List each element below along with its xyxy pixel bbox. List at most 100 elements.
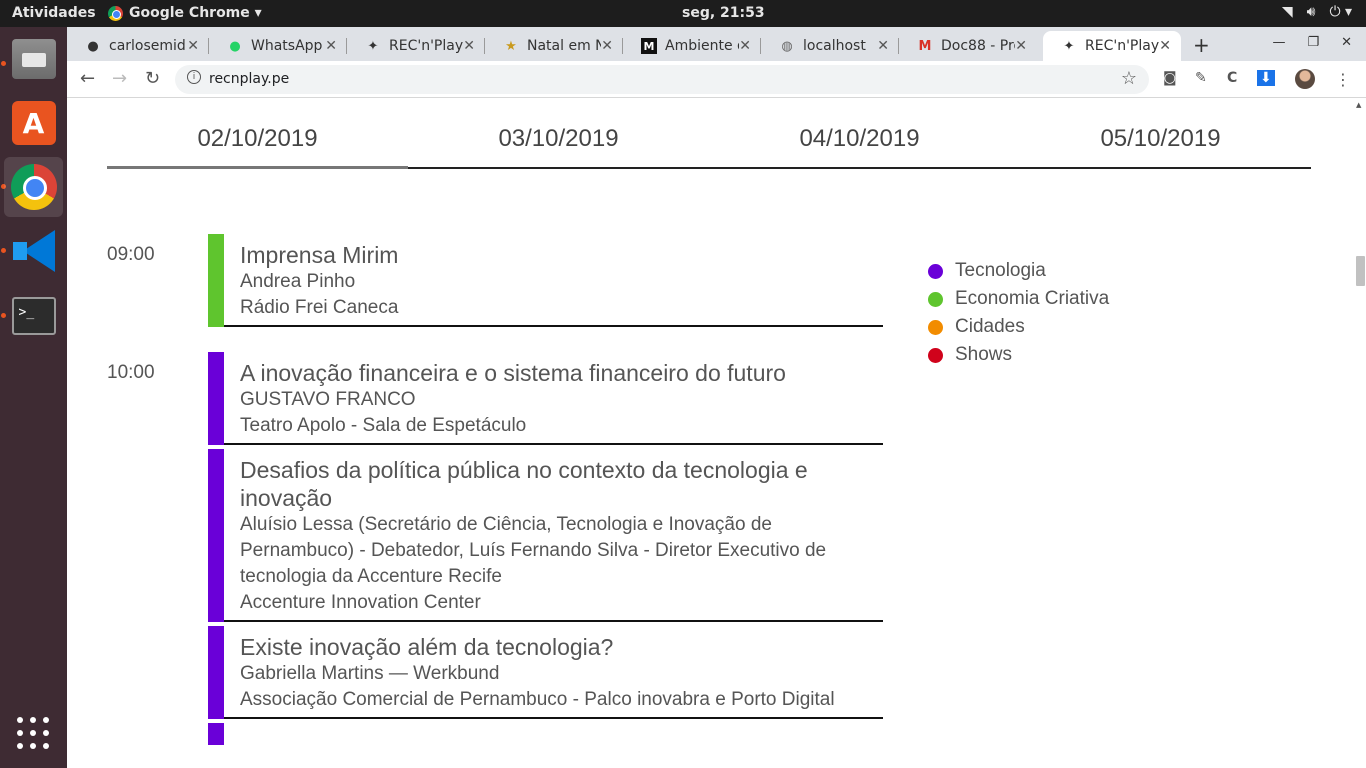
event-card[interactable]: A inovação financeira e o sistema financ… <box>208 352 883 445</box>
time-slot: 10:00 A inovação financeira e o sistema … <box>107 352 887 745</box>
event-title[interactable]: Existe inovação além da tecnologia? <box>240 633 883 661</box>
event-card[interactable]: Desafios da política pública no contexto… <box>208 449 883 622</box>
app-menu[interactable]: Google Chrome ▾ <box>108 5 262 21</box>
event-card[interactable]: Imprensa Mirim Andrea Pinho Rádio Frei C… <box>208 234 883 327</box>
terminal-icon: >_ <box>11 297 56 335</box>
tab-doc88[interactable]: M Doc88 - Pro ✕ <box>899 31 1037 61</box>
address-bar[interactable]: i recnplay.pe ☆ <box>175 65 1149 94</box>
category-bar <box>208 626 224 719</box>
globe-icon: ◍ <box>781 38 793 54</box>
dock: A >_ <box>0 27 67 768</box>
close-icon[interactable]: ✕ <box>1015 38 1027 54</box>
event-speaker: Aluísio Lessa (Secretário de Ciência, Te… <box>240 514 827 587</box>
slot-time: 09:00 <box>107 244 155 265</box>
files-icon <box>11 39 56 79</box>
tab-title: REC'n'Play <box>389 38 464 54</box>
event-venue: Rádio Frei Caneca <box>240 297 399 318</box>
tab-natal[interactable]: ★ Natal em N ✕ <box>485 31 623 61</box>
menu-icon[interactable]: ⋮ <box>1335 70 1351 89</box>
window-controls: — ❐ ✕ <box>1272 35 1352 50</box>
event-card[interactable]: Existe inovação além da tecnologia? Gabr… <box>208 626 883 719</box>
tab-whatsapp[interactable]: ● WhatsApp ✕ <box>209 31 347 61</box>
date-tab-2[interactable]: 03/10/2019 <box>408 121 709 167</box>
volume-icon[interactable]: 🔊︎ <box>1307 4 1316 20</box>
scroll-up-icon[interactable]: ▲ <box>1356 101 1361 109</box>
tab-title: Ambiente d <box>665 38 739 54</box>
browser-toolbar: ← → ↻ i recnplay.pe ☆ ◙ ✎ C ⬇ ⋮ <box>67 61 1366 98</box>
legend-dot <box>928 347 943 363</box>
event-venue: Teatro Apolo - Sala de Espetáculo <box>240 415 527 436</box>
reload-button[interactable]: ↻ <box>145 68 160 89</box>
close-icon[interactable]: ✕ <box>601 38 613 54</box>
tab-localhost[interactable]: ◍ localhost ✕ <box>761 31 899 61</box>
app-grid-icon <box>16 717 51 751</box>
dock-software-store[interactable]: A <box>4 93 63 153</box>
close-window-icon[interactable]: ✕ <box>1341 35 1352 50</box>
restore-icon[interactable]: ❐ <box>1307 35 1319 50</box>
event-title[interactable]: Desafios da política pública no contexto… <box>240 456 883 512</box>
chrome-icon <box>10 164 57 210</box>
star-icon: ★ <box>505 38 517 54</box>
date-tab-4[interactable]: 05/10/2019 <box>1010 121 1311 167</box>
system-tray[interactable]: ◥ 🔊︎ ⏻ ▾ <box>1282 4 1352 20</box>
site-info-icon[interactable]: i <box>187 70 201 84</box>
scrollbar-thumb[interactable] <box>1356 256 1365 286</box>
dock-files[interactable] <box>4 29 63 89</box>
dock-chrome[interactable] <box>4 157 63 217</box>
close-icon[interactable]: ✕ <box>1159 38 1171 54</box>
date-tab-1[interactable]: 02/10/2019 <box>107 121 408 169</box>
tab-github[interactable]: ● carlosemid ✕ <box>67 31 209 61</box>
eyedropper-extension-icon[interactable]: ✎ <box>1195 70 1207 86</box>
extension-c-icon[interactable]: C <box>1227 70 1237 86</box>
wifi-icon[interactable]: ◥ <box>1282 4 1293 20</box>
profile-avatar[interactable] <box>1295 69 1315 89</box>
back-button[interactable]: ← <box>80 68 95 89</box>
close-icon[interactable]: ✕ <box>463 38 475 54</box>
close-icon[interactable]: ✕ <box>325 38 337 54</box>
tab-recnplay[interactable]: ✦ REC'n'Play ✕ <box>347 31 485 61</box>
system-top-bar: Atividades Google Chrome ▾ seg, 21:53 ◥ … <box>0 0 1366 27</box>
date-tab-3[interactable]: 04/10/2019 <box>709 121 1010 167</box>
new-tab-button[interactable]: + <box>1193 33 1210 57</box>
category-bar <box>208 723 224 745</box>
close-icon[interactable]: ✕ <box>877 38 889 54</box>
tab-recnplay-active[interactable]: ✦ REC'n'Play ✕ <box>1043 31 1181 61</box>
minimize-icon[interactable]: — <box>1272 35 1285 50</box>
camera-extension-icon[interactable]: ◙ <box>1163 70 1177 86</box>
show-applications[interactable] <box>4 704 63 764</box>
bookmark-star-icon[interactable]: ☆ <box>1121 68 1137 89</box>
legend-item: Tecnologia <box>928 257 1109 285</box>
close-icon[interactable]: ✕ <box>739 38 751 54</box>
activities-button[interactable]: Atividades <box>12 5 96 21</box>
tab-medium[interactable]: M Ambiente d ✕ <box>623 31 761 61</box>
legend-label: Economia Criativa <box>955 288 1110 309</box>
legend-item: Economia Criativa <box>928 285 1109 313</box>
dock-terminal[interactable]: >_ <box>4 286 63 346</box>
tab-title: carlosemid <box>109 38 186 54</box>
chrome-icon <box>108 5 123 21</box>
recnplay-icon: ✦ <box>367 38 379 54</box>
event-title[interactable]: Imprensa Mirim <box>240 241 883 269</box>
category-legend: Tecnologia Economia Criativa Cidades Sho… <box>928 257 1109 369</box>
event-card-partial[interactable] <box>208 723 883 745</box>
software-store-icon: A <box>11 101 56 145</box>
tab-title: WhatsApp <box>251 38 323 54</box>
event-title[interactable]: A inovação financeira e o sistema financ… <box>240 359 883 387</box>
app-menu-label: Google Chrome ▾ <box>129 5 262 21</box>
schedule: 09:00 Imprensa Mirim Andrea Pinho Rádio … <box>107 234 887 747</box>
legend-dot <box>928 263 943 279</box>
page-scrollbar[interactable]: ▲ <box>1354 99 1366 768</box>
power-icon[interactable]: ⏻ ▾ <box>1329 4 1352 20</box>
category-bar <box>208 449 224 622</box>
close-icon[interactable]: ✕ <box>187 38 199 54</box>
event-venue: Associação Comercial de Pernambuco - Pal… <box>240 689 835 710</box>
url-text[interactable]: recnplay.pe <box>209 71 289 87</box>
download-extension-icon[interactable]: ⬇ <box>1257 70 1275 86</box>
clock[interactable]: seg, 21:53 <box>682 5 765 21</box>
forward-button[interactable]: → <box>112 68 127 89</box>
legend-label: Cidades <box>955 316 1025 337</box>
tab-title: Doc88 - Pro <box>941 38 1015 54</box>
tab-title: REC'n'Play <box>1085 38 1160 54</box>
legend-item: Cidades <box>928 313 1109 341</box>
dock-vscode[interactable] <box>4 221 63 281</box>
